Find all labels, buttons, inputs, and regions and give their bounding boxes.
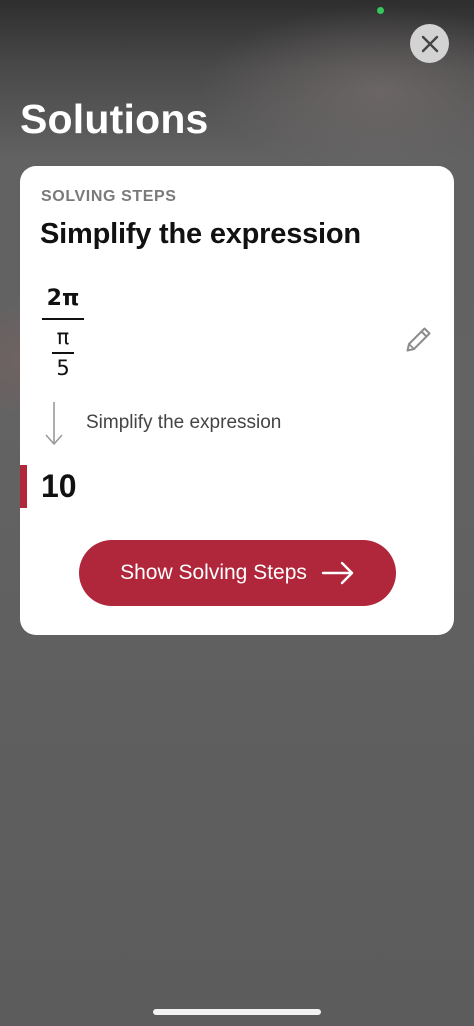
edit-expression-button[interactable] — [402, 322, 436, 356]
cta-label: Show Solving Steps — [120, 561, 307, 584]
inner-fraction-bar — [52, 352, 74, 354]
expression-numerator: 2π — [46, 286, 80, 311]
close-icon — [421, 35, 438, 52]
result-marker — [20, 465, 27, 508]
result-value: 10 — [41, 468, 77, 504]
solution-card: SOLVING STEPS Simplify the expression 2π… — [20, 166, 454, 635]
pencil-icon — [406, 327, 431, 352]
show-solving-steps-button[interactable]: Show Solving Steps — [79, 540, 396, 606]
page-title: Solutions — [20, 96, 209, 142]
card-title: Simplify the expression — [40, 218, 361, 250]
camera-background: Solutions SOLVING STEPS Simplify the exp… — [0, 0, 474, 1026]
arrow-right-icon — [321, 561, 354, 585]
step-description: Simplify the expression — [86, 412, 282, 433]
fraction-bar — [42, 318, 84, 320]
denominator-numerator: π — [56, 325, 70, 349]
home-indicator[interactable] — [153, 1009, 321, 1015]
arrow-down-icon — [45, 402, 63, 445]
math-expression[interactable]: 2π π 5 — [41, 284, 85, 380]
camera-indicator-dot — [377, 7, 384, 14]
expression-denominator: π 5 — [52, 325, 74, 380]
denominator-denominator: 5 — [56, 356, 70, 380]
section-eyebrow: SOLVING STEPS — [41, 188, 177, 205]
close-button[interactable] — [410, 24, 449, 63]
